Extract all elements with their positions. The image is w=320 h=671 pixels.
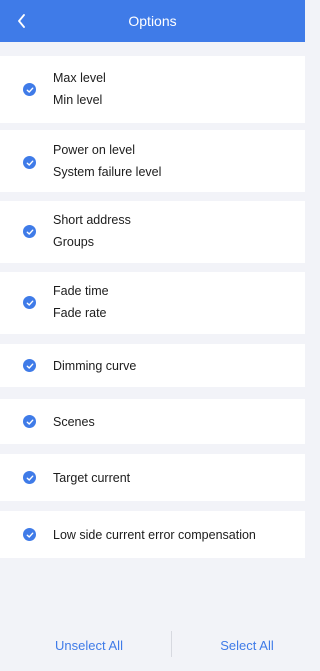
option-label: Max level [53, 71, 106, 85]
unselect-all-button[interactable]: Unselect All [13, 621, 165, 657]
checked-icon [23, 83, 36, 96]
option-label: Fade time [53, 284, 109, 298]
option-labels: Fade time Fade rate [53, 280, 295, 324]
option-item-target-current[interactable]: Target current [0, 454, 305, 501]
option-item-power[interactable]: Power on level System failure level [0, 130, 305, 192]
chevron-left-icon [18, 14, 25, 28]
option-label: Short address [53, 213, 131, 227]
option-label: Scenes [53, 415, 95, 429]
checked-icon [23, 471, 36, 484]
option-label: Low side current error compensation [53, 528, 256, 542]
option-item-address[interactable]: Short address Groups [0, 201, 305, 263]
page-title: Options [128, 13, 177, 29]
option-item-fade[interactable]: Fade time Fade rate [0, 272, 305, 334]
select-all-button[interactable]: Select All [171, 621, 320, 657]
option-labels: Dimming curve [53, 355, 295, 377]
header-bar: Options [0, 0, 305, 42]
option-item-scenes[interactable]: Scenes [0, 399, 305, 444]
back-button[interactable] [2, 0, 42, 42]
checked-icon [23, 156, 36, 169]
option-labels: Target current [53, 467, 295, 489]
footer-bar: Unselect All Select All [0, 621, 305, 657]
option-labels: Short address Groups [53, 209, 295, 253]
option-label: Dimming curve [53, 359, 137, 373]
option-label: Fade rate [53, 306, 107, 320]
checked-icon [23, 415, 36, 428]
option-item-dimming-curve[interactable]: Dimming curve [0, 344, 305, 387]
checked-icon [23, 359, 36, 372]
option-label: Min level [53, 93, 103, 107]
option-label: Groups [53, 235, 94, 249]
option-labels: Low side current error compensation [53, 524, 295, 546]
checked-icon [23, 296, 36, 309]
option-labels: Max level Min level [53, 67, 295, 111]
option-labels: Scenes [53, 411, 295, 433]
checked-icon [23, 528, 36, 541]
checked-icon [23, 225, 36, 238]
option-label: Power on level [53, 143, 135, 157]
option-label: System failure level [53, 165, 162, 179]
option-item-levels[interactable]: Max level Min level [0, 56, 305, 123]
option-label: Target current [53, 471, 131, 485]
option-item-error-compensation[interactable]: Low side current error compensation [0, 511, 305, 558]
option-labels: Power on level System failure level [53, 139, 295, 183]
